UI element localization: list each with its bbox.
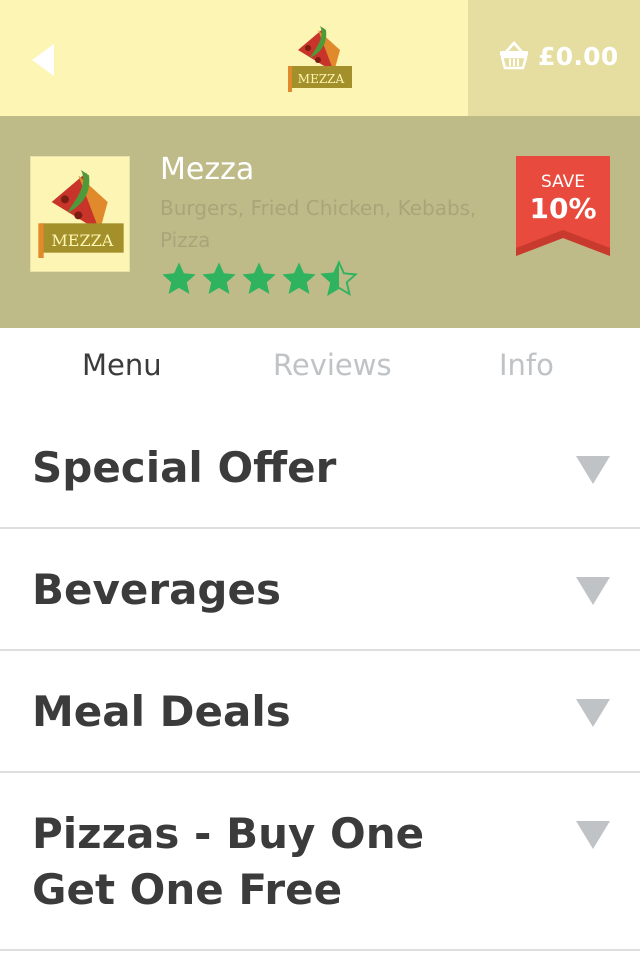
menu-section-list: Special Offer Beverages Meal Deals Pizza… <box>0 408 640 951</box>
cart-total: £0.00 <box>538 42 619 71</box>
chevron-down-icon <box>576 456 610 484</box>
section-title: Meal Deals <box>32 687 291 736</box>
restaurant-header: MEZZA Mezza Burgers, Fried Chicken, Keba… <box>0 116 640 328</box>
restaurant-thumbnail: MEZZA <box>30 156 130 272</box>
svg-text:MEZZA: MEZZA <box>298 72 345 86</box>
chevron-down-icon <box>576 577 610 605</box>
star-full-icon <box>242 262 276 295</box>
top-bar: MEZZA £0.00 <box>0 0 640 116</box>
tab-info[interactable]: Info <box>499 348 554 382</box>
restaurant-name: Mezza <box>160 152 255 187</box>
section-title: Special Offer <box>32 443 337 492</box>
menu-section-meal-deals[interactable]: Meal Deals <box>0 651 640 773</box>
basket-icon <box>500 41 528 70</box>
svg-text:MEZZA: MEZZA <box>51 231 113 250</box>
restaurant-cuisine: Burgers, Fried Chicken, Kebabs, Pizza <box>160 196 477 252</box>
restaurant-tabs: Menu Reviews Info <box>0 328 640 408</box>
star-full-icon <box>202 262 236 295</box>
star-full-icon <box>282 262 316 295</box>
restaurant-logo: MEZZA <box>284 20 356 98</box>
save-badge: SAVE 10% <box>516 156 610 256</box>
save-badge-label: SAVE <box>540 172 586 192</box>
chevron-down-icon <box>576 821 610 849</box>
back-button[interactable] <box>28 40 68 80</box>
back-arrow-icon <box>32 44 54 76</box>
section-title: Beverages <box>32 565 281 614</box>
menu-section-pizzas-bogof[interactable]: Pizzas - Buy One Get One Free <box>0 773 640 951</box>
mezza-logo-icon: MEZZA <box>38 170 124 258</box>
menu-section-beverages[interactable]: Beverages <box>0 529 640 651</box>
menu-section-special-offer[interactable]: Special Offer <box>0 408 640 529</box>
tab-menu[interactable]: Menu <box>82 348 162 382</box>
rating-stars <box>160 260 358 298</box>
star-half-icon <box>320 260 358 296</box>
tab-reviews[interactable]: Reviews <box>273 348 392 382</box>
section-title-line-1: Pizzas - Buy One <box>32 809 425 858</box>
cart-button[interactable]: £0.00 <box>468 0 640 116</box>
save-badge-value: 10% <box>529 192 597 225</box>
chevron-down-icon <box>576 699 610 727</box>
star-full-icon <box>162 262 196 295</box>
mezza-logo-icon: MEZZA <box>288 26 352 92</box>
section-title-line-2: Get One Free <box>32 865 343 914</box>
